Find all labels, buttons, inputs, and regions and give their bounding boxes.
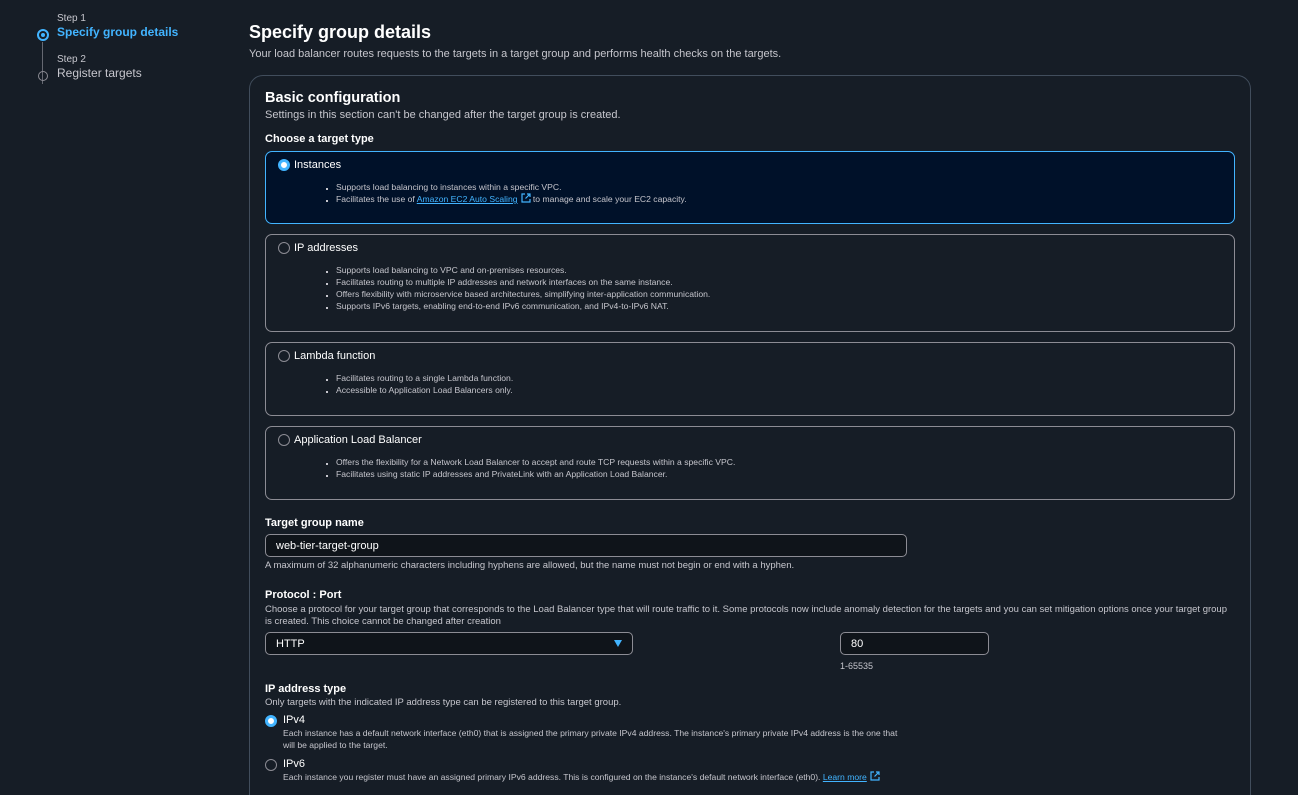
list-item: Facilitates using static IP addresses an… bbox=[336, 468, 1222, 480]
list-item: Supports IPv6 targets, enabling end-to-e… bbox=[336, 300, 1222, 312]
section-title: Basic configuration bbox=[265, 90, 401, 106]
tile-bullets: Supports load balancing to VPC and on-pr… bbox=[336, 264, 1222, 312]
external-link-icon[interactable] bbox=[870, 771, 880, 781]
target-type-instances[interactable]: Instances Supports load balancing to ins… bbox=[265, 151, 1235, 224]
list-item: Accessible to Application Load Balancers… bbox=[336, 384, 1222, 396]
wizard-stepper: Step 1 Specify group details Step 2 Regi… bbox=[36, 12, 236, 84]
step-pending-icon bbox=[38, 71, 48, 81]
list-item: Supports load balancing to instances wit… bbox=[336, 181, 1222, 193]
protocol-port-label: Protocol : Port bbox=[265, 589, 342, 601]
target-group-name-input[interactable]: web-tier-target-group bbox=[265, 534, 907, 557]
ip-option-ipv4[interactable]: IPv4 Each instance has a default network… bbox=[265, 713, 1235, 751]
basic-configuration-panel: Basic configuration Settings in this sec… bbox=[249, 75, 1251, 795]
tile-title: IP addresses bbox=[294, 242, 359, 254]
page-title: Specify group details bbox=[249, 22, 432, 42]
ipv6-title: IPv6 bbox=[283, 758, 306, 770]
radio-icon[interactable] bbox=[278, 350, 290, 362]
port-input[interactable]: 80 bbox=[840, 632, 989, 655]
ec2-auto-scaling-link[interactable]: Amazon EC2 Auto Scaling bbox=[417, 194, 518, 204]
main-content: Specify group details Your load balancer… bbox=[249, 0, 1251, 795]
ip-option-ipv6[interactable]: IPv6 Each instance you register must hav… bbox=[265, 757, 1235, 783]
tile-bullets: Supports load balancing to instances wit… bbox=[336, 181, 1222, 205]
list-item: Offers flexibility with microservice bas… bbox=[336, 288, 1222, 300]
ipv6-description-text: Each instance you register must have an … bbox=[283, 772, 823, 782]
list-item: Offers the flexibility for a Network Loa… bbox=[336, 456, 1222, 468]
port-hint: 1-65535 bbox=[840, 661, 874, 671]
protocol-port-row: HTTP 80 1-65535 bbox=[265, 632, 1235, 672]
target-type-ip-addresses[interactable]: IP addresses Supports load balancing to … bbox=[265, 234, 1235, 332]
list-item: Facilitates the use of Amazon EC2 Auto S… bbox=[336, 193, 1222, 205]
step-1[interactable]: Step 1 Specify group details bbox=[36, 12, 236, 84]
learn-more-link[interactable]: Learn more bbox=[823, 772, 867, 782]
target-type-label: Choose a target type bbox=[265, 133, 374, 145]
port-group: 80 1-65535 bbox=[840, 632, 989, 672]
step-label[interactable]: Specify group details bbox=[57, 25, 236, 40]
list-item: Facilitates routing to a single Lambda f… bbox=[336, 372, 1222, 384]
tile-bullets: Offers the flexibility for a Network Loa… bbox=[336, 456, 1222, 480]
protocol-port-description: Choose a protocol for your target group … bbox=[265, 604, 1227, 627]
tile-title: Instances bbox=[294, 159, 342, 171]
ipv4-title: IPv4 bbox=[283, 714, 306, 726]
step-number: Step 1 bbox=[57, 13, 86, 24]
caret-down-icon bbox=[614, 640, 622, 647]
radio-icon[interactable] bbox=[278, 434, 290, 446]
bullet-text: to manage and scale your EC2 capacity. bbox=[530, 194, 687, 204]
target-type-application-load-balancer[interactable]: Application Load Balancer Offers the fle… bbox=[265, 426, 1235, 500]
ip-address-type-label: IP address type bbox=[265, 683, 347, 695]
step-2[interactable]: Step 2 Register targets bbox=[36, 53, 236, 81]
step-label[interactable]: Register targets bbox=[57, 66, 236, 81]
target-type-lambda-function[interactable]: Lambda function Facilitates routing to a… bbox=[265, 342, 1235, 416]
target-group-name-hint: A maximum of 32 alphanumeric characters … bbox=[265, 560, 795, 571]
radio-icon[interactable] bbox=[265, 759, 277, 771]
protocol-value: HTTP bbox=[276, 637, 305, 650]
radio-selected-icon[interactable] bbox=[278, 159, 290, 171]
page-description: Your load balancer routes requests to th… bbox=[249, 48, 782, 60]
protocol-select[interactable]: HTTP bbox=[265, 632, 633, 655]
list-item: Facilitates routing to multiple IP addre… bbox=[336, 276, 1222, 288]
ipv6-description: Each instance you register must have an … bbox=[283, 771, 898, 783]
ip-address-type-description: Only targets with the indicated IP addre… bbox=[265, 697, 622, 708]
tile-bullets: Facilitates routing to a single Lambda f… bbox=[336, 372, 1222, 396]
tile-title: Application Load Balancer bbox=[294, 434, 422, 446]
bullet-text: Facilitates the use of bbox=[336, 194, 417, 204]
radio-icon[interactable] bbox=[278, 242, 290, 254]
radio-selected-icon[interactable] bbox=[265, 715, 277, 727]
step-number: Step 2 bbox=[57, 54, 86, 65]
step-current-icon bbox=[37, 29, 49, 41]
external-link-icon[interactable] bbox=[520, 193, 531, 203]
target-group-name-label: Target group name bbox=[265, 517, 364, 529]
list-item: Supports load balancing to VPC and on-pr… bbox=[336, 264, 1222, 276]
section-description: Settings in this section can't be change… bbox=[265, 109, 621, 121]
tile-title: Lambda function bbox=[294, 350, 376, 362]
ipv4-description: Each instance has a default network inte… bbox=[283, 728, 898, 750]
